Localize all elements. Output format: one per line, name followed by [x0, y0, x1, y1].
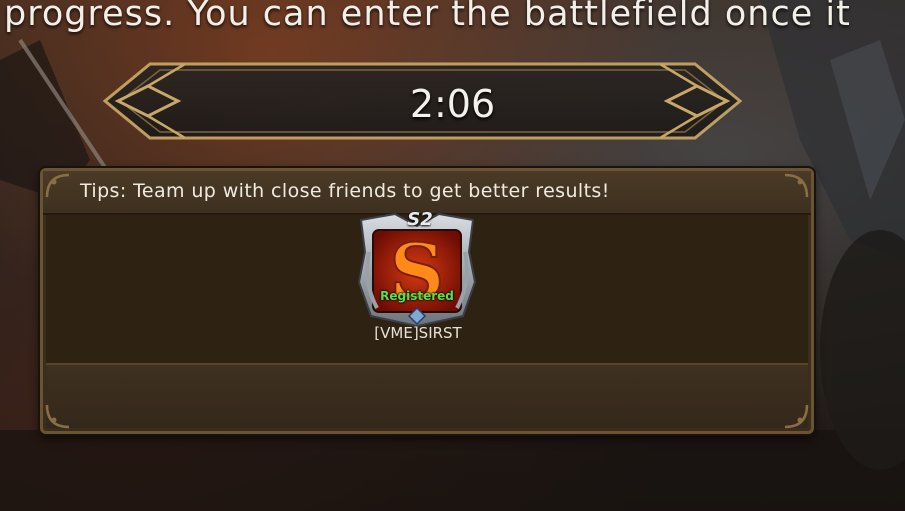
tips-text: Tips: Team up with close friends to get …: [80, 180, 610, 202]
corner-ornament-icon: [784, 173, 809, 198]
corner-ornament-icon: [45, 173, 70, 198]
corner-ornament-icon: [784, 404, 809, 429]
season-badge: S2: [407, 209, 433, 230]
panel-footer: [46, 365, 808, 428]
countdown-timer: 2:06: [409, 82, 496, 126]
member-name: [VME]SIRST: [374, 324, 462, 342]
corner-ornament-icon: [45, 404, 70, 429]
registered-status: Registered: [380, 289, 454, 303]
battlefield-notice-text: progress. You can enter the battlefield …: [4, 0, 851, 34]
